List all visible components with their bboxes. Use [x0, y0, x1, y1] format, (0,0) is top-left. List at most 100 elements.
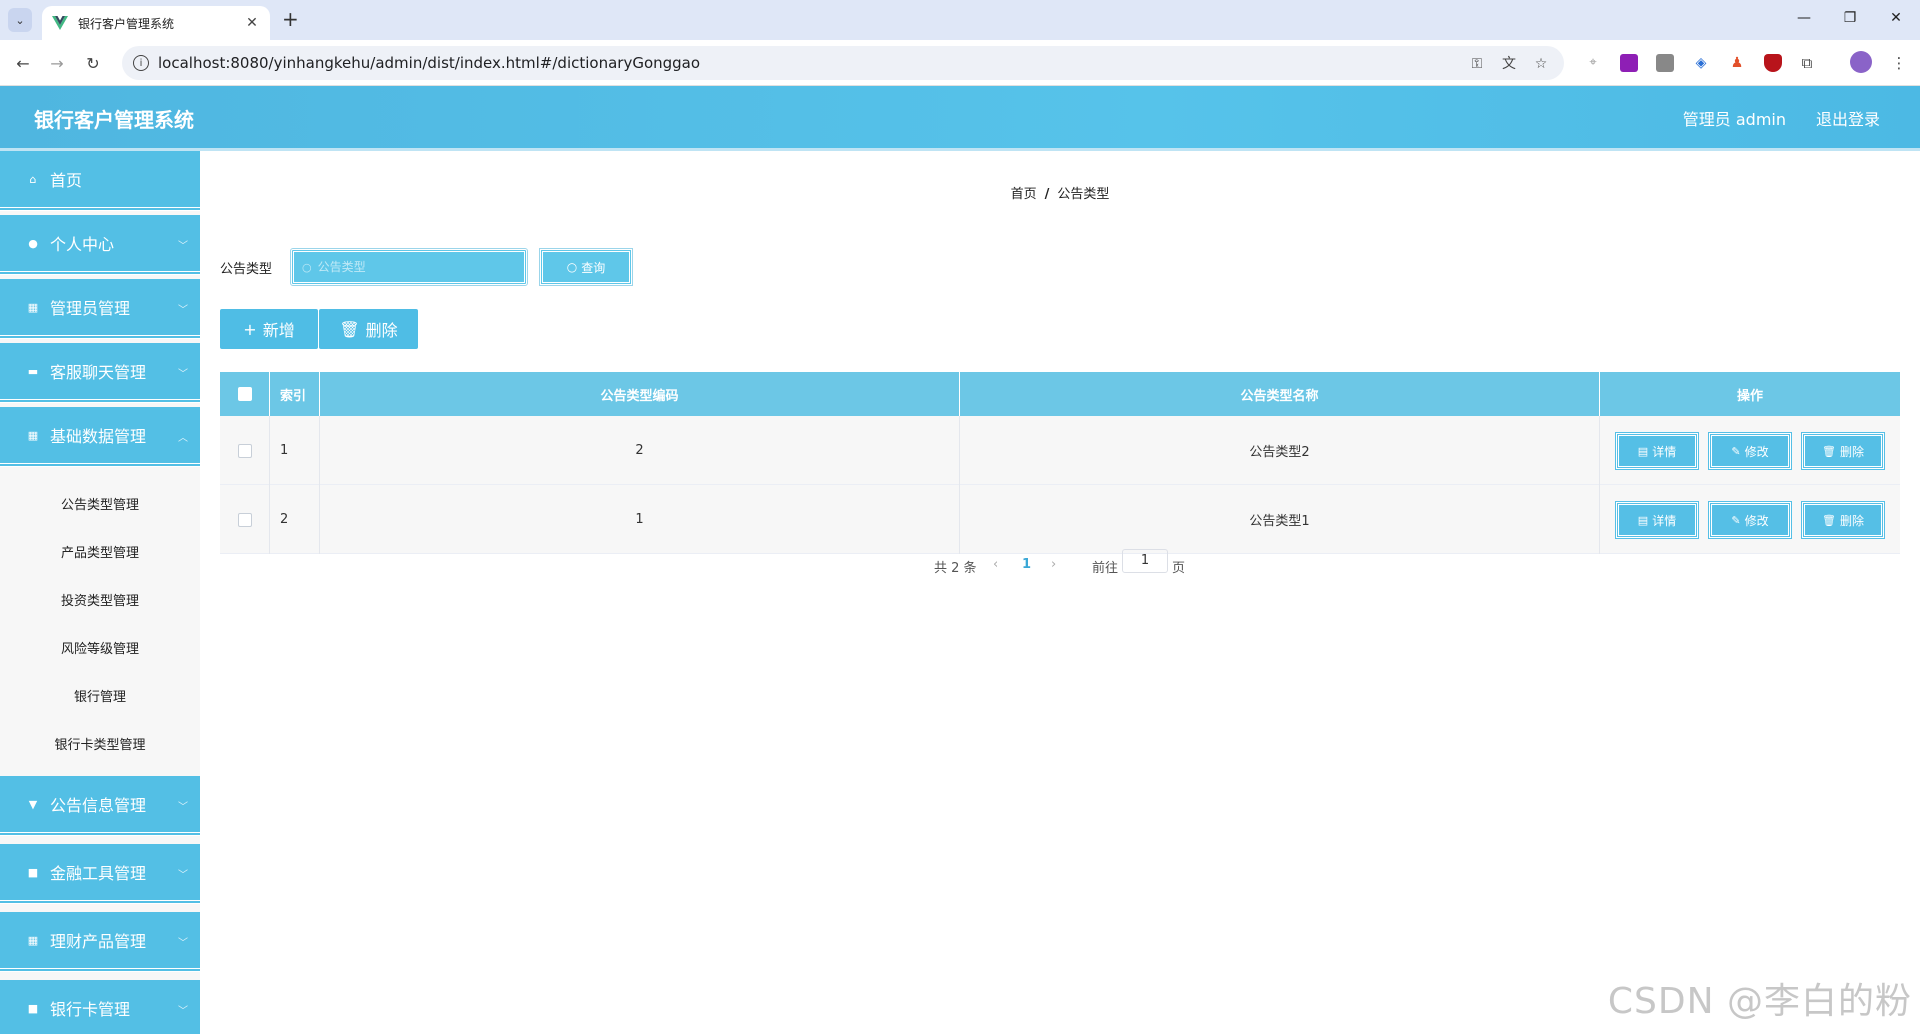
address-url[interactable]: localhost:8080/yinhangkehu/admin/dist/in… — [158, 54, 700, 72]
profile-avatar-icon[interactable] — [1850, 51, 1872, 73]
submenu-bank-card-type[interactable]: 银行卡类型管理 — [0, 719, 200, 767]
sidebar-item-home[interactable]: ⌂ 首页 — [0, 151, 200, 211]
cell-name: 公告类型1 — [960, 485, 1600, 554]
tab-search-button[interactable]: ⌄ — [8, 8, 32, 32]
pagination-total: 共 2 条 — [934, 561, 977, 576]
row-checkbox-cell — [220, 485, 270, 554]
breadcrumb-separator: / — [1044, 187, 1050, 202]
delete-button[interactable]: 🗑 删除 — [319, 309, 418, 349]
back-arrow-icon[interactable]: ← — [12, 52, 34, 74]
close-window-icon[interactable]: ✕ — [1886, 10, 1906, 26]
restore-icon[interactable]: ❐ — [1840, 10, 1860, 26]
sidebar-item-bank-card[interactable]: ■ 银行卡管理 ﹀ — [0, 980, 200, 1034]
pencil-icon: ✎ — [1731, 444, 1741, 458]
pagination-current-page[interactable]: 1 — [1022, 557, 1031, 572]
table-row: 2 1 公告类型1 ▤ 详情 ✎ 修改 🗑 删除 — [220, 485, 1900, 554]
submenu-investment-type[interactable]: 投资类型管理 — [0, 575, 200, 623]
row-delete-button[interactable]: 🗑 删除 — [1801, 501, 1885, 539]
trash-icon: 🗑 — [1822, 444, 1836, 458]
bookmark-star-icon[interactable]: ☆ — [1532, 55, 1550, 73]
search-label: 公告类型 — [220, 262, 273, 277]
sidebar-item-notice-info[interactable]: ▼ 公告信息管理 ﹀ — [0, 776, 200, 836]
chevron-down-icon: ⌄ — [15, 13, 25, 27]
sidebar-item-label: 客服聊天管理 — [50, 363, 147, 382]
sidebar-item-label: 银行卡管理 — [50, 1000, 131, 1019]
shield-extension-icon[interactable] — [1764, 54, 1782, 72]
browser-tab[interactable]: 银行客户管理系统 ✕ — [42, 6, 270, 40]
sidebar-item-wealth-products[interactable]: ▦ 理财产品管理 ﹀ — [0, 912, 200, 972]
add-button[interactable]: + 新增 — [220, 309, 318, 349]
trash-icon: 🗑 — [1822, 513, 1836, 527]
search-input[interactable] — [317, 260, 508, 274]
cell-name: 公告类型2 — [960, 416, 1600, 485]
add-button-label: 新增 — [262, 321, 295, 340]
submenu-notice-type[interactable]: 公告类型管理 — [0, 479, 200, 527]
minimize-icon[interactable]: — — [1794, 10, 1814, 26]
rp-extension-icon[interactable] — [1620, 54, 1638, 72]
row-delete-button-label: 删除 — [1839, 444, 1864, 459]
reload-icon[interactable]: ↻ — [82, 52, 104, 74]
layers-extension-icon[interactable]: ◈ — [1692, 54, 1710, 72]
cursor-extension-icon[interactable]: ⌖ — [1584, 54, 1602, 72]
close-tab-icon[interactable]: ✕ — [244, 15, 260, 31]
prev-page-icon[interactable]: ‹ — [993, 557, 998, 572]
sidebar-item-label: 个人中心 — [50, 235, 115, 254]
search-input-wrapper[interactable]: ○ — [290, 248, 528, 286]
detail-button-label: 详情 — [1652, 513, 1677, 528]
pagination-goto-input[interactable]: 1 — [1122, 549, 1168, 573]
detail-button[interactable]: ▤ 详情 — [1615, 501, 1699, 539]
cell-index: 2 — [270, 485, 320, 554]
document-icon: ▤ — [1637, 513, 1649, 527]
site-info-icon[interactable]: i — [133, 55, 149, 71]
clipboard-icon: ■ — [27, 865, 39, 879]
translate-icon[interactable]: 文 — [1500, 55, 1518, 73]
chevron-down-icon: ﹀ — [178, 870, 188, 881]
row-checkbox-cell — [220, 416, 270, 485]
edit-button[interactable]: ✎ 修改 — [1708, 432, 1792, 470]
person-extension-icon[interactable]: ♟ — [1728, 54, 1746, 72]
new-tab-button[interactable]: + — [282, 9, 299, 29]
delete-button-label: 删除 — [365, 321, 398, 340]
query-button-label: 查询 — [581, 260, 606, 275]
address-bar[interactable]: i localhost:8080/yinhangkehu/admin/dist/… — [122, 46, 1564, 80]
row-delete-button[interactable]: 🗑 删除 — [1801, 432, 1885, 470]
row-checkbox[interactable] — [237, 443, 252, 458]
edit-button-label: 修改 — [1744, 513, 1769, 528]
header-code: 公告类型编码 — [320, 372, 960, 416]
logout-link[interactable]: 退出登录 — [1816, 106, 1880, 130]
submenu-risk-level[interactable]: 风险等级管理 — [0, 623, 200, 671]
sidebar-item-admin-management[interactable]: ▦ 管理员管理 ﹀ — [0, 279, 200, 339]
app-title: 银行客户管理系统 — [34, 108, 194, 132]
sidebar-item-personal-center[interactable]: ● 个人中心 ﹀ — [0, 215, 200, 275]
key-icon[interactable]: ⚿ — [1468, 55, 1486, 73]
header-name: 公告类型名称 — [960, 372, 1600, 416]
more-menu-icon[interactable]: ⋮ — [1890, 54, 1908, 72]
sidebar-item-basic-data[interactable]: ▦ 基础数据管理 ︿ — [0, 407, 200, 467]
next-page-icon[interactable]: › — [1051, 557, 1056, 572]
cell-code: 1 — [320, 485, 960, 554]
browser-tab-bar: ⌄ 银行客户管理系统 ✕ + — ❐ ✕ — [0, 0, 1920, 40]
puzzle-extension-icon[interactable]: ⧉ — [1798, 54, 1816, 72]
detail-button[interactable]: ▤ 详情 — [1615, 432, 1699, 470]
pagination-page-unit: 页 — [1172, 561, 1186, 576]
select-all-checkbox[interactable] — [237, 387, 252, 401]
row-checkbox[interactable] — [237, 512, 252, 527]
main-content: 首页 / 公告类型 公告类型 ○ ○ 查询 + 新增 🗑 删除 索引 公告类型编码 … — [200, 151, 1920, 1034]
submenu-product-type[interactable]: 产品类型管理 — [0, 527, 200, 575]
query-button[interactable]: ○ 查询 — [539, 248, 633, 286]
forward-arrow-icon[interactable]: → — [46, 52, 68, 74]
edit-button[interactable]: ✎ 修改 — [1708, 501, 1792, 539]
submenu-bank[interactable]: 银行管理 — [0, 671, 200, 719]
sidebar-item-financial-tools[interactable]: ■ 金融工具管理 ﹀ — [0, 844, 200, 904]
sidebar-item-chat-management[interactable]: ▬ 客服聊天管理 ﹀ — [0, 343, 200, 403]
breadcrumb-current: 公告类型 — [1057, 187, 1110, 202]
sidebar: ⌂ 首页 ● 个人中心 ﹀ ▦ 管理员管理 ﹀ ▬ 客服聊天管理 ﹀ ▦ 基础数… — [0, 151, 200, 1034]
header-ops: 操作 — [1736, 388, 1763, 404]
header-index: 索引 — [270, 372, 320, 416]
pagination-goto-label: 前往 — [1092, 561, 1119, 576]
current-user: 管理员 admin — [1682, 110, 1786, 129]
eye-extension-icon[interactable] — [1656, 54, 1674, 72]
tab-title: 银行客户管理系统 — [78, 16, 175, 31]
chevron-down-icon: ﹀ — [178, 1006, 188, 1017]
breadcrumb-home[interactable]: 首页 — [1011, 187, 1037, 202]
